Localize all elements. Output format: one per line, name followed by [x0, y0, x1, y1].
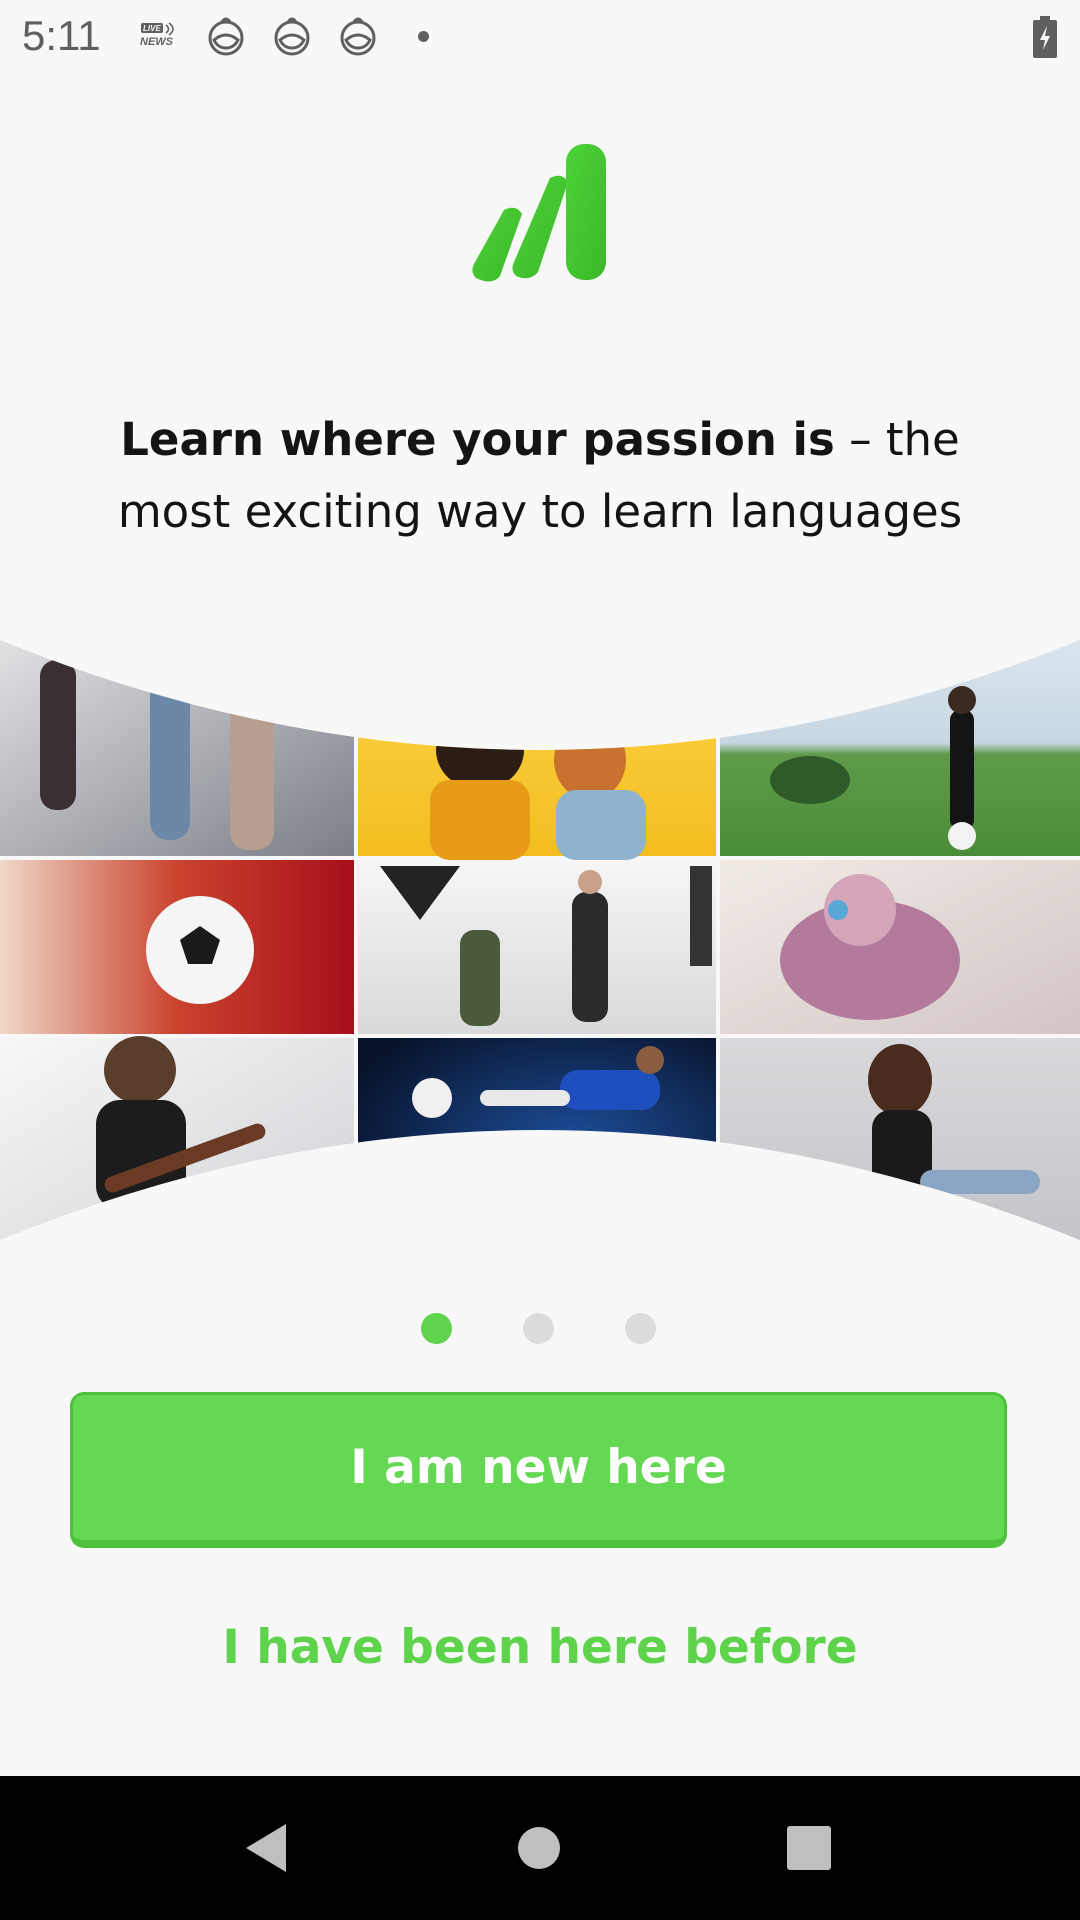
page-dot[interactable] — [523, 1313, 554, 1344]
collage-tile-runway — [0, 640, 354, 856]
system-nav-bar — [0, 1776, 1080, 1920]
new-here-button[interactable]: I am new here — [70, 1392, 1007, 1548]
svg-text:NEWS: NEWS — [140, 36, 174, 48]
battery-charging-icon — [1033, 16, 1057, 58]
notification-dot-icon — [418, 31, 429, 42]
collage-tile-seated-woman — [720, 1038, 1080, 1240]
page-dot[interactable] — [625, 1313, 656, 1344]
page-dot-active[interactable] — [421, 1313, 452, 1344]
home-button[interactable] — [459, 1776, 619, 1920]
status-time: 5:11 — [22, 12, 101, 59]
baby-icon — [208, 17, 244, 56]
headline-rest-line2: most exciting way to learn languages — [117, 485, 963, 538]
collage-tile-singers — [358, 640, 716, 860]
recents-icon — [787, 1826, 831, 1870]
collage-tile-photo-studio — [358, 860, 716, 1034]
collage-tile-soccer-kick — [358, 1038, 716, 1240]
collage-tile-guitarist — [0, 1036, 354, 1240]
svg-text:LIVE: LIVE — [143, 24, 161, 33]
baby-icon — [274, 17, 310, 56]
collage-tile-soccer-field — [720, 640, 1080, 856]
collage-tile-stadium-ball — [0, 860, 354, 1034]
headline-rest-line1: – the — [834, 413, 960, 466]
recents-button[interactable] — [729, 1776, 889, 1920]
back-icon — [246, 1824, 286, 1872]
collage-tile-headphones — [720, 860, 1080, 1034]
photo-collage — [0, 640, 1080, 1240]
page-indicator — [0, 1313, 1080, 1345]
home-icon — [518, 1827, 560, 1869]
been-here-before-link[interactable]: I have been here before — [0, 1620, 1080, 1675]
status-bar: 5:11 LIVE NEWS — [0, 0, 1080, 74]
live-news-icon: LIVE NEWS — [138, 21, 180, 51]
headline: Learn where your passion is – the most e… — [60, 404, 1020, 548]
baby-icon — [340, 17, 376, 56]
headline-bold: Learn where your passion is — [120, 413, 835, 466]
bars-logo-icon — [472, 144, 606, 282]
back-button[interactable] — [186, 1776, 346, 1920]
